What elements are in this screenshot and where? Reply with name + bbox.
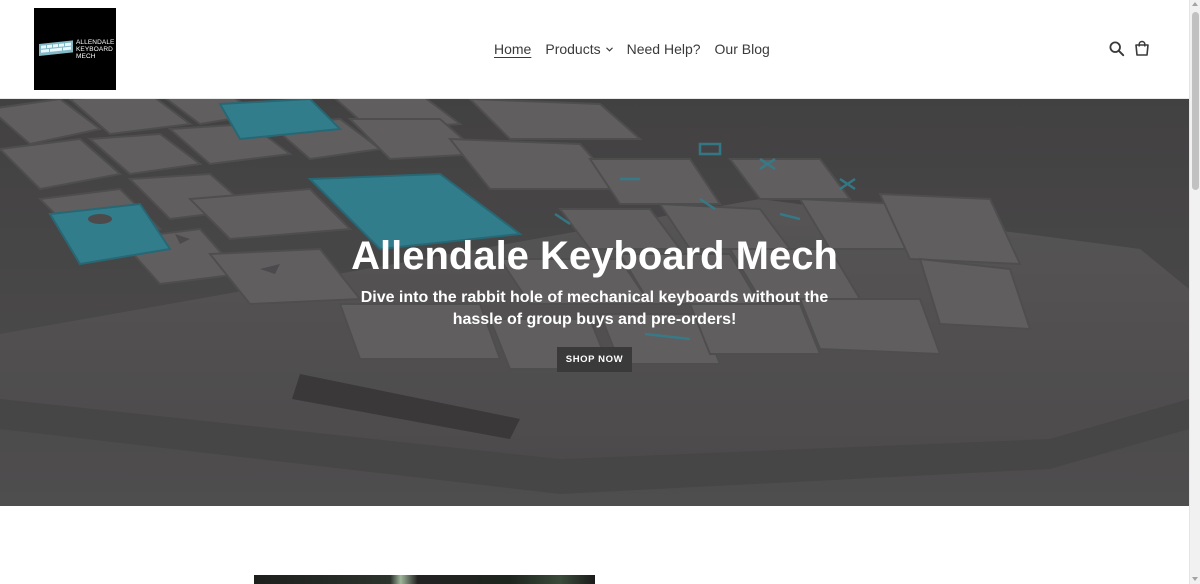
page-scrollbar[interactable] xyxy=(1189,0,1200,584)
chevron-down-icon xyxy=(605,46,613,52)
logo-text: ALLENDALE KEYBOARD MECH xyxy=(76,39,115,60)
site-header: ALLENDALE KEYBOARD MECH Home Products Ne… xyxy=(0,0,1189,99)
hero-subtitle: Dive into the rabbit hole of mechanical … xyxy=(360,289,829,328)
shop-now-button[interactable]: SHOP NOW xyxy=(557,347,632,372)
search-icon[interactable] xyxy=(1108,40,1126,58)
scroll-up-arrow-icon[interactable] xyxy=(1192,2,1198,6)
featured-product-image[interactable] xyxy=(254,575,595,584)
nav-home[interactable]: Home xyxy=(494,41,531,57)
nav-our-blog[interactable]: Our Blog xyxy=(715,41,770,57)
cart-icon[interactable] xyxy=(1133,40,1151,58)
hero-title: Allendale Keyboard Mech xyxy=(351,234,838,278)
nav-need-help[interactable]: Need Help? xyxy=(627,41,701,57)
nav-products-label: Products xyxy=(545,41,601,57)
main-nav: Home Products Need Help? Our Blog xyxy=(487,41,777,57)
scroll-down-arrow-icon[interactable] xyxy=(1192,577,1198,581)
scrollbar-thumb[interactable] xyxy=(1192,12,1199,190)
hero-banner: Allendale Keyboard Mech Dive into the ra… xyxy=(0,99,1189,506)
store-logo[interactable]: ALLENDALE KEYBOARD MECH xyxy=(34,8,116,90)
nav-products[interactable]: Products xyxy=(545,41,613,57)
header-icons xyxy=(1108,40,1158,58)
